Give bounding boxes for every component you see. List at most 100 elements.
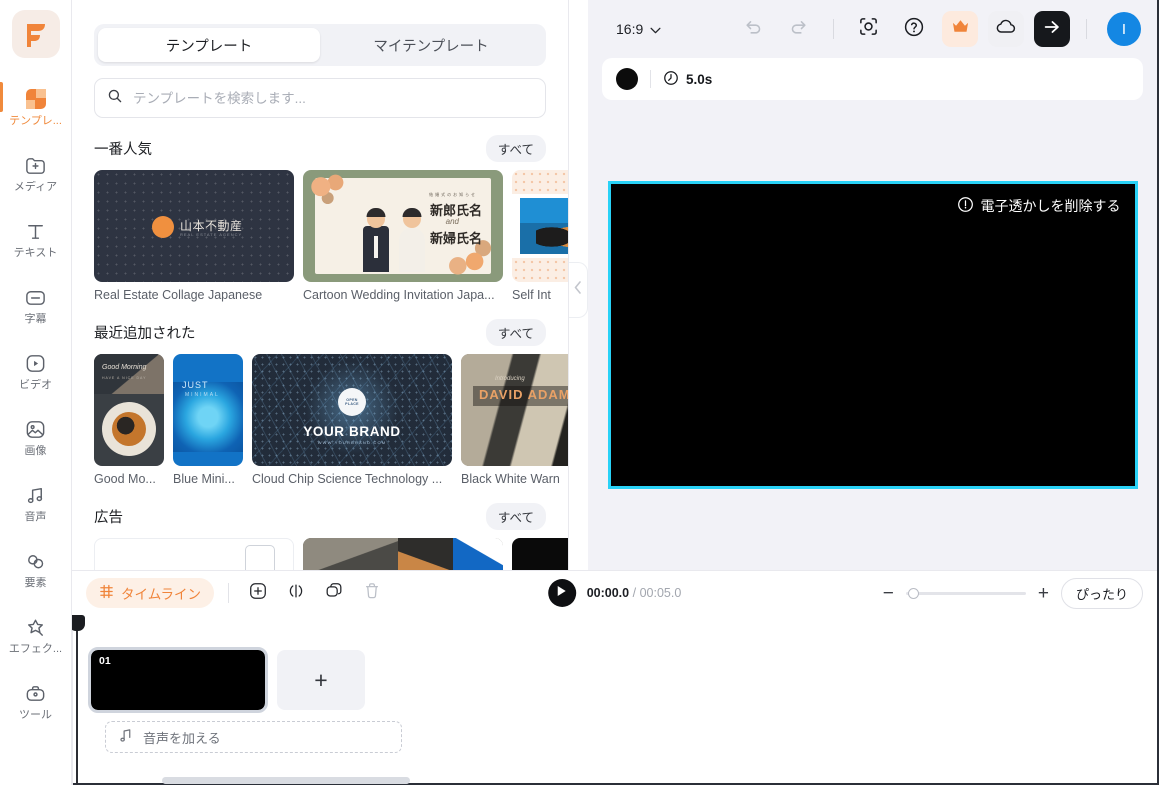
fit-button[interactable]: ぴったり (1060, 577, 1143, 609)
template-search[interactable] (94, 78, 546, 118)
thumb-subtitle: WWW.YOURBRAND.COM (317, 440, 387, 445)
section-title: 最近追加された (94, 325, 196, 342)
template-card[interactable]: Self Int (512, 170, 568, 302)
sidebar-item-tools[interactable]: ツール (0, 668, 72, 734)
template-card-list: 山本不動産 REAL ESTATE AGENCY Real Estate Col… (94, 170, 568, 302)
toolbar-actions: I (735, 11, 1141, 47)
template-card-label: Good Mo... (94, 472, 156, 486)
avatar[interactable]: I (1107, 12, 1141, 46)
sidebar-label: 要素 (24, 577, 47, 589)
see-all-button[interactable]: すべて (485, 134, 546, 162)
sidebar-label: ツール (19, 709, 52, 721)
sidebar-item-element[interactable]: 要素 (0, 536, 72, 602)
sidebar-label: メディア (13, 181, 58, 193)
zoom-out-button[interactable]: − (883, 584, 894, 603)
timeline-mode-chip[interactable]: タイムライン (86, 578, 215, 608)
add-audio-track[interactable]: 音声を加える (105, 721, 402, 753)
template-card[interactable] (512, 538, 568, 570)
template-icon (23, 86, 49, 112)
add-button[interactable] (243, 578, 273, 608)
sidebar-item-audio[interactable]: 音声 (0, 470, 72, 536)
template-card[interactable]: 山本不動産 REAL ESTATE AGENCY Real Estate Col… (94, 170, 294, 302)
horizontal-scrollbar[interactable] (162, 777, 410, 784)
search-input[interactable] (133, 90, 533, 106)
delete-button[interactable] (357, 578, 387, 608)
sidebar-item-template[interactable]: テンプレ... (0, 74, 72, 140)
crown-upgrade-icon (951, 18, 970, 40)
play-button[interactable] (547, 579, 576, 607)
template-card[interactable] (303, 538, 503, 570)
tab-label: テンプレート (165, 38, 253, 55)
thumb-title: YOUR BRAND (303, 424, 401, 439)
aspect-ratio-value: 16:9 (616, 21, 644, 37)
redo-button[interactable] (781, 11, 817, 47)
template-card[interactable]: 結婚式のお知らせ 新郎氏名 and 新婦氏名 Cartoon Wedding I… (303, 170, 503, 302)
preview-stage: 電子透かしを削除する (588, 100, 1157, 570)
zoom-in-button[interactable]: + (1038, 584, 1049, 603)
duration-value: 5.0s (686, 71, 713, 87)
see-all-button[interactable]: すべて (485, 502, 546, 530)
template-card-list: Good Morning HAVE A NICE DAY Good Mo... … (94, 354, 568, 486)
aspect-ratio-selector[interactable]: 16:9 (610, 17, 667, 41)
thumb-subtitle: MINIMAL (185, 392, 220, 398)
template-thumbnail (512, 538, 568, 570)
template-card[interactable]: Introducing DAVID ADAMS Black White Warn (461, 354, 568, 486)
divider (650, 70, 651, 88)
template-thumbnail: 結婚式のお知らせ 新郎氏名 and 新婦氏名 (303, 170, 503, 282)
timeline-clip[interactable]: 01 (88, 647, 268, 713)
split-button[interactable] (281, 578, 311, 608)
cloud-save-button[interactable] (988, 11, 1024, 47)
template-thumbnail: Introducing DAVID ADAMS (461, 354, 568, 466)
sidebar-item-video[interactable]: ビデオ (0, 338, 72, 404)
undo-icon (743, 17, 763, 42)
tab-templates[interactable]: テンプレート (98, 28, 320, 62)
timeline-chip-label: タイムライン (121, 587, 202, 602)
subtitle-icon (23, 284, 49, 310)
upgrade-button[interactable] (942, 11, 978, 47)
badge-line-2: PLACE (345, 402, 359, 406)
template-card[interactable]: OPEN PLACE YOUR BRAND WWW.YOURBRAND.COM … (252, 354, 452, 486)
zoom-controls: − + ぴったり (883, 577, 1143, 609)
sidebar-item-effect[interactable]: エフェク... (0, 602, 72, 668)
zoom-slider[interactable] (905, 586, 1026, 600)
template-card-list (94, 538, 568, 570)
panel-collapse-button[interactable] (569, 262, 588, 318)
timeline-icon (99, 584, 114, 602)
template-tabs: テンプレート マイテンプレート (94, 24, 546, 66)
section-ads: 広告 すべて (94, 502, 568, 570)
duration-bar: 5.0s (602, 58, 1143, 100)
template-card[interactable]: JUST MINIMAL Blue Mini... (173, 354, 243, 486)
tab-my-templates[interactable]: マイテンプレート (320, 28, 542, 62)
add-scene-button[interactable]: + (277, 650, 365, 710)
sidebar-label: ビデオ (19, 379, 52, 391)
sidebar-item-subtitle[interactable]: 字幕 (0, 272, 72, 338)
export-button[interactable] (1034, 11, 1070, 47)
canvas-selection[interactable]: 電子透かしを削除する (607, 181, 1138, 489)
undo-button[interactable] (735, 11, 771, 47)
help-button[interactable] (896, 11, 932, 47)
media-plus-icon (23, 152, 49, 178)
duplicate-button[interactable] (319, 578, 349, 608)
clock-icon (663, 70, 679, 89)
record-button[interactable] (850, 11, 886, 47)
scene-thumbnail[interactable] (616, 68, 638, 90)
scene-duration[interactable]: 5.0s (663, 70, 712, 89)
slider-knob[interactable] (907, 587, 919, 599)
sidebar-item-text[interactable]: テキスト (0, 206, 72, 272)
brand-badge-icon (152, 216, 174, 238)
sidebar-item-media[interactable]: メディア (0, 140, 72, 206)
toolbar-divider (228, 583, 230, 603)
app-logo[interactable] (11, 10, 60, 58)
play-icon (556, 584, 567, 602)
preview-canvas[interactable] (610, 184, 1135, 486)
see-all-button[interactable]: すべて (485, 318, 546, 346)
playhead[interactable] (69, 615, 85, 785)
remove-watermark-button[interactable]: 電子透かしを削除する (957, 196, 1121, 216)
sidebar-item-image[interactable]: 画像 (0, 404, 72, 470)
audio-icon (23, 482, 49, 508)
cloud-save-icon (995, 18, 1017, 41)
template-card[interactable] (94, 538, 294, 570)
template-card[interactable]: Good Morning HAVE A NICE DAY Good Mo... (94, 354, 164, 486)
timecode: 00:00.0 / 00:05.0 (587, 586, 682, 600)
section-most-popular: 一番人気 すべて 山本不動産 REAL ESTATE AGENCY Real E… (94, 134, 568, 302)
